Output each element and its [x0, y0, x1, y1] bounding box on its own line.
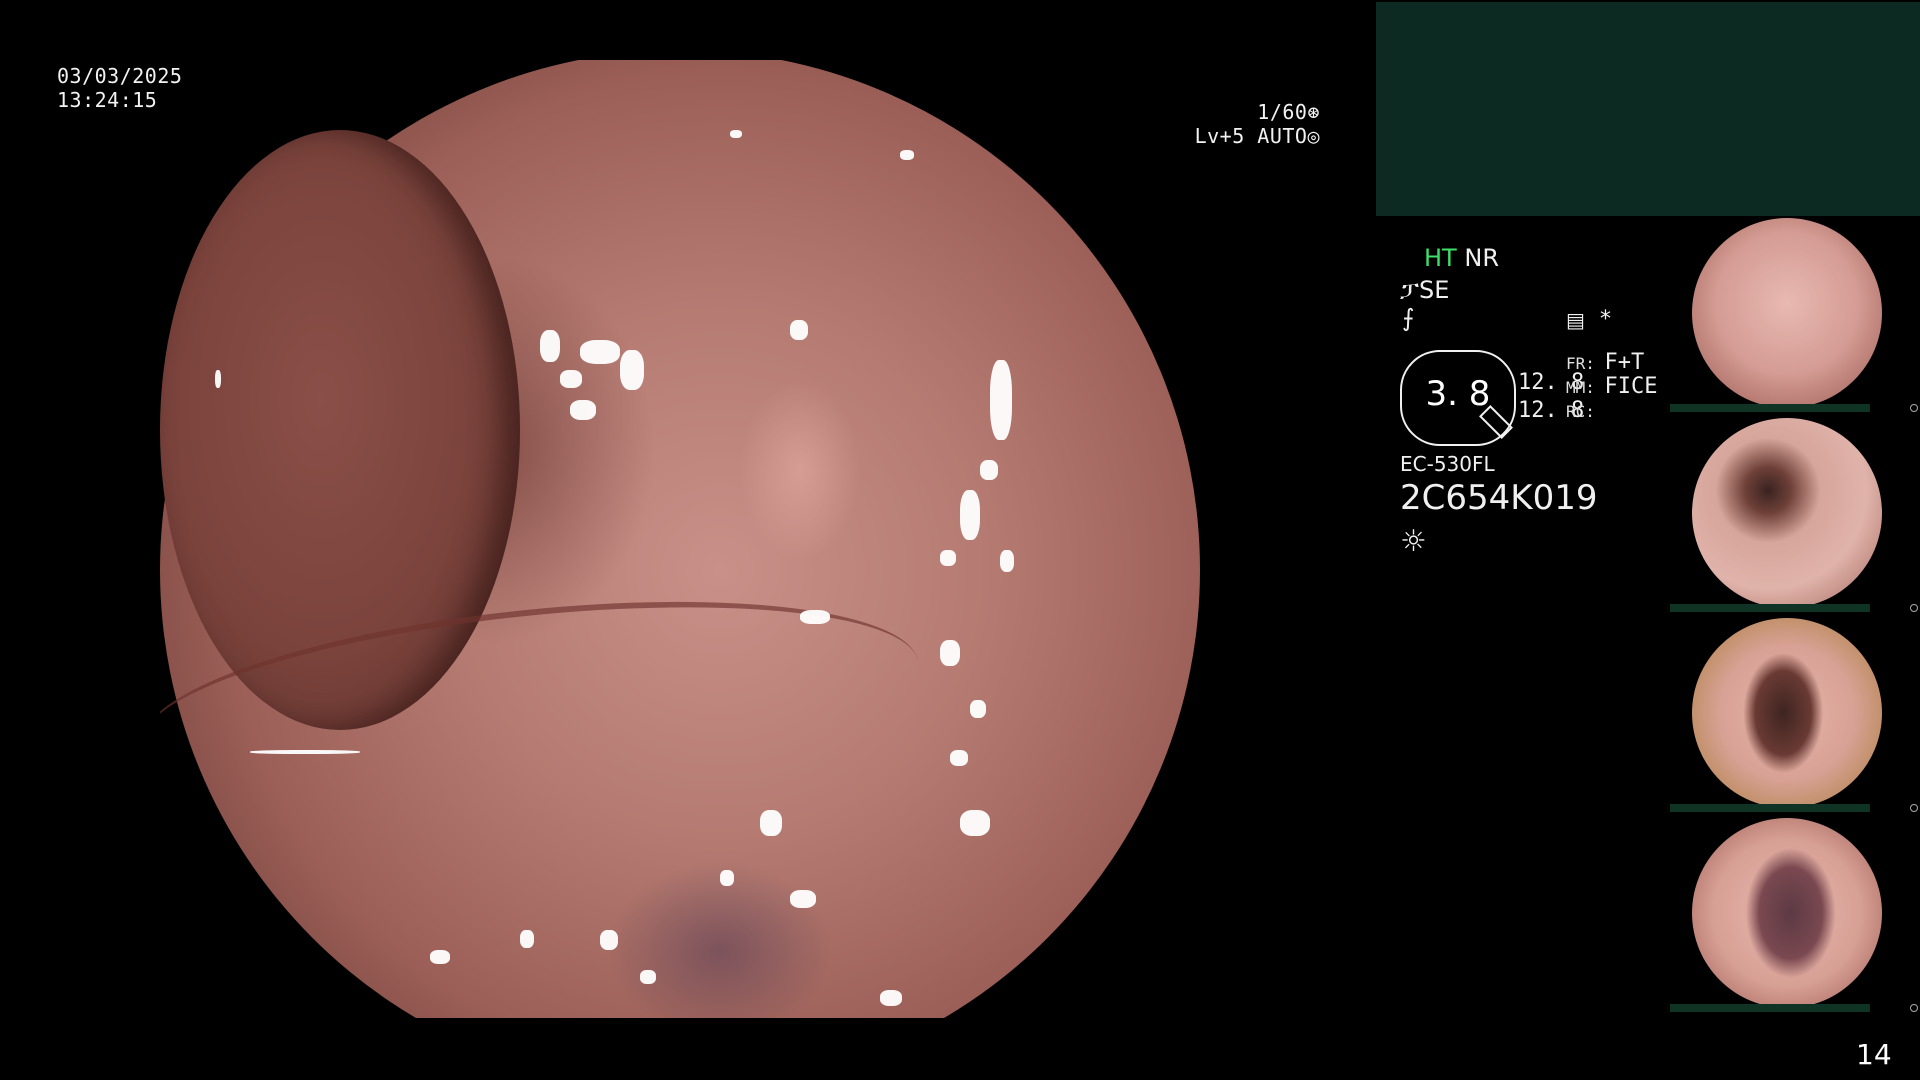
gauge-value: 3. 8 — [1425, 374, 1491, 414]
highlight — [950, 750, 968, 766]
exposure-display: 1/60⊛ Lv+5 AUTO◎ — [1180, 100, 1320, 148]
highlight — [1000, 550, 1014, 572]
ht-mode: HT — [1424, 244, 1457, 272]
page-number: 14 — [1856, 1038, 1892, 1071]
mode-row-1: HT NR — [1424, 244, 1499, 272]
highlight — [640, 970, 656, 984]
thumbnail-2[interactable] — [1670, 416, 1920, 612]
endoscope-image — [160, 60, 1200, 1018]
highlight — [960, 810, 990, 836]
highlight — [560, 370, 582, 388]
rc-label: RC: — [1566, 402, 1595, 421]
thumbnail-image — [1692, 218, 1882, 408]
thumbnail-3[interactable] — [1670, 616, 1920, 812]
nr-mode: NR — [1464, 244, 1499, 272]
mm-value: FICE — [1604, 374, 1658, 399]
time-text: 13:24:15 — [57, 88, 158, 112]
fr-label: FR: — [1566, 354, 1595, 373]
highlight — [570, 400, 596, 420]
endoscope-main-view — [160, 60, 1200, 1018]
fr-row: FR: F+T — [1566, 350, 1644, 375]
thumbnail-image — [1692, 818, 1882, 1008]
highlight — [215, 370, 221, 388]
thumbnail-bar — [1670, 404, 1870, 412]
asterisk-icon: * — [1600, 307, 1611, 332]
thumbnail-bar — [1670, 1004, 1870, 1012]
preview-panel — [1376, 2, 1920, 216]
mode-row-2: ፓSE — [1400, 276, 1449, 304]
highlight — [970, 700, 986, 718]
exposure-level: Lv+5 AUTO — [1194, 124, 1308, 148]
thumbnail-bar — [1670, 604, 1870, 612]
thumbnail-marker — [1910, 604, 1918, 612]
highlight — [900, 150, 914, 160]
highlight — [800, 610, 830, 624]
highlight — [250, 750, 360, 754]
highlight — [940, 550, 956, 566]
scope-serial: 2C654K019 — [1400, 478, 1598, 518]
highlight — [720, 870, 734, 886]
thumbnail-marker — [1910, 404, 1918, 412]
highlight — [990, 360, 1012, 440]
fr-value: F+T — [1604, 350, 1645, 375]
highlight — [790, 320, 808, 340]
scope-bend-icon: ፓ — [1400, 276, 1419, 304]
highlight — [790, 890, 816, 908]
highlight — [620, 350, 644, 390]
thumbnail-1[interactable] — [1670, 216, 1920, 412]
highlight — [540, 330, 560, 362]
thumbnail-image — [1692, 418, 1882, 608]
scope-model: EC-530FL — [1400, 452, 1495, 476]
thumbnail-4[interactable] — [1670, 816, 1920, 1012]
thumbnail-bar — [1670, 804, 1870, 812]
thumbnail-marker — [1910, 1004, 1918, 1012]
shutter-icon: ⊛ — [1307, 100, 1320, 124]
function-icon: ⨍ — [1402, 304, 1415, 332]
menu-icon: ▤ — [1566, 308, 1585, 332]
highlight — [760, 810, 782, 836]
highlight — [730, 130, 742, 138]
thumbnail-image — [1692, 618, 1882, 808]
datetime-display: 03/03/2025 13:24:15 — [57, 64, 182, 112]
highlight — [600, 930, 618, 950]
thumbnail-marker — [1910, 804, 1918, 812]
mm-label: MM: — [1566, 378, 1595, 397]
rc-row: RC: — [1566, 402, 1595, 421]
highlight — [880, 990, 902, 1006]
date-text: 03/03/2025 — [57, 64, 183, 88]
highlight — [580, 340, 620, 364]
light-icon: ☼ — [1400, 524, 1427, 559]
highlight — [520, 930, 534, 948]
zoom-gauge: 3. 8 — [1400, 350, 1516, 446]
highlight — [960, 490, 980, 540]
highlight — [430, 950, 450, 964]
mm-row: MM: FICE — [1566, 374, 1658, 399]
shutter-speed: 1/60 — [1257, 100, 1308, 124]
se-mode: SE — [1418, 276, 1450, 304]
highlight — [940, 640, 960, 666]
highlight — [980, 460, 998, 480]
auto-iris-icon: ◎ — [1307, 124, 1320, 148]
